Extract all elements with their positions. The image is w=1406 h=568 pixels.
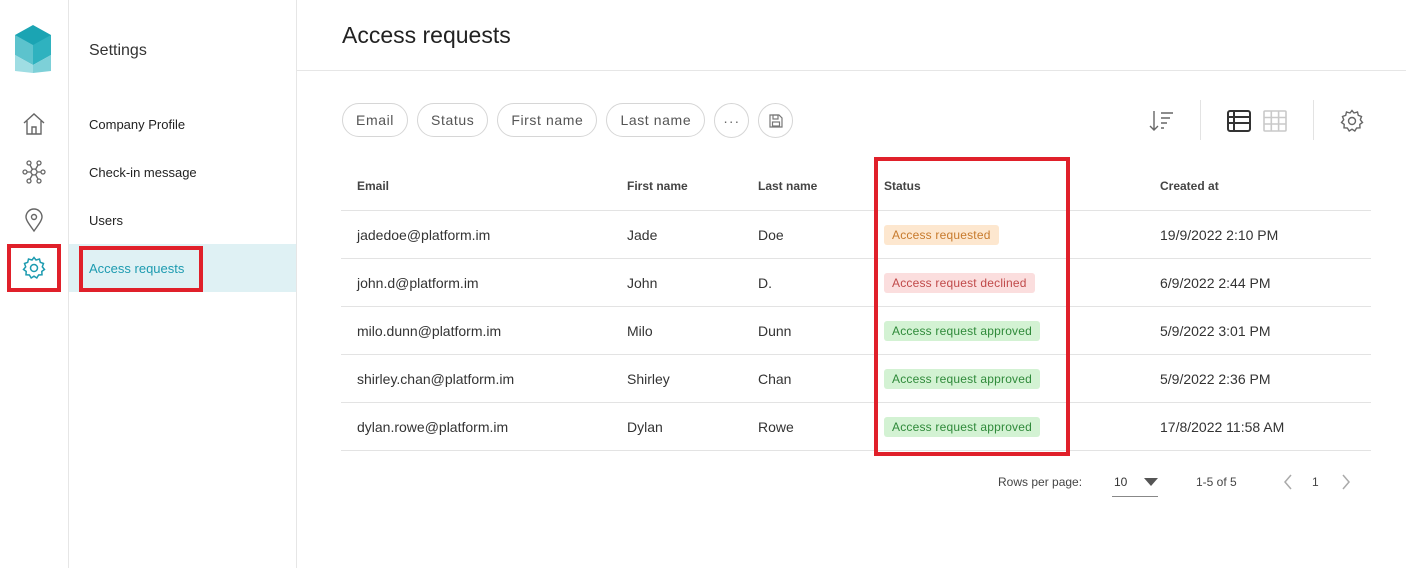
cell-last-name: Rowe bbox=[758, 418, 794, 435]
filter-chip-status[interactable]: Status bbox=[417, 103, 489, 137]
table-row[interactable]: jadedoe@platform.im Jade Doe Access requ… bbox=[341, 211, 1371, 259]
chevron-left-icon bbox=[1284, 474, 1292, 490]
save-icon bbox=[769, 113, 783, 128]
filter-chip-email[interactable]: Email bbox=[342, 103, 409, 137]
column-header-status[interactable]: Status bbox=[884, 162, 921, 210]
settings-panel: Settings Company Profile Check-in messag… bbox=[69, 0, 297, 568]
cell-email: milo.dunn@platform.im bbox=[357, 322, 502, 339]
cell-status: Access request approved bbox=[884, 307, 1041, 354]
cell-status: Access request declined bbox=[884, 259, 1035, 306]
cell-last-name: Chan bbox=[758, 370, 792, 387]
cell-status: Access request approved bbox=[884, 355, 1041, 402]
list-view-button[interactable] bbox=[1224, 106, 1254, 136]
next-page-button[interactable] bbox=[1336, 470, 1356, 494]
sort-icon bbox=[1149, 111, 1173, 131]
toolbar-divider bbox=[1200, 100, 1201, 140]
save-view-button[interactable] bbox=[758, 103, 794, 138]
rail-settings[interactable] bbox=[16, 250, 52, 286]
status-badge: Access request declined bbox=[884, 272, 1035, 293]
cell-email: shirley.chan@platform.im bbox=[357, 370, 515, 387]
cell-status: Access request approved bbox=[884, 403, 1041, 450]
rows-per-page-value: 10 bbox=[1114, 474, 1128, 489]
column-header-email[interactable]: Email bbox=[357, 162, 389, 210]
status-badge: Access request approved bbox=[884, 416, 1041, 437]
icon-rail bbox=[0, 0, 69, 568]
cell-first-name: Dylan bbox=[627, 418, 663, 435]
rail-home[interactable] bbox=[16, 106, 52, 142]
table-header: Email First name Last name Status Create… bbox=[341, 162, 1371, 211]
current-page: 1 bbox=[1312, 475, 1319, 489]
rows-per-page-label: Rows per page: bbox=[998, 475, 1083, 489]
table-row[interactable]: dylan.rowe@platform.im Dylan Rowe Access… bbox=[341, 403, 1371, 451]
table-row[interactable]: shirley.chan@platform.im Shirley Chan Ac… bbox=[341, 355, 1371, 403]
access-requests-table: Email First name Last name Status Create… bbox=[341, 162, 1371, 451]
page-title: Access requests bbox=[342, 22, 511, 48]
pagination-range: 1-5 of 5 bbox=[1196, 475, 1237, 489]
cell-status: Access requested bbox=[884, 211, 999, 258]
caret-down-icon bbox=[1144, 477, 1158, 486]
filter-chips: Email Status First name Last name ··· bbox=[342, 103, 794, 138]
column-header-first-name[interactable]: First name bbox=[627, 162, 688, 210]
home-icon bbox=[23, 113, 45, 135]
grid-view-button[interactable] bbox=[1260, 106, 1290, 136]
cell-first-name: Milo bbox=[627, 322, 653, 339]
cell-last-name: Dunn bbox=[758, 322, 792, 339]
status-badge: Access requested bbox=[884, 224, 999, 245]
table-row[interactable]: john.d@platform.im John D. Access reques… bbox=[341, 259, 1371, 307]
cell-first-name: Jade bbox=[627, 226, 658, 243]
sort-button[interactable] bbox=[1146, 106, 1176, 136]
cell-last-name: Doe bbox=[758, 226, 784, 243]
location-pin-icon bbox=[25, 208, 43, 233]
cell-created-at: 5/9/2022 2:36 PM bbox=[1160, 370, 1271, 387]
column-header-last-name[interactable]: Last name bbox=[758, 162, 817, 210]
table-settings-button[interactable] bbox=[1337, 106, 1367, 136]
cell-email: john.d@platform.im bbox=[357, 274, 479, 291]
menu-item-check-in-message[interactable]: Check-in message bbox=[69, 148, 296, 196]
cell-created-at: 5/9/2022 3:01 PM bbox=[1160, 322, 1271, 339]
menu-item-company-profile[interactable]: Company Profile bbox=[69, 100, 296, 148]
cell-created-at: 6/9/2022 2:44 PM bbox=[1160, 274, 1271, 291]
grid-view-icon bbox=[1263, 110, 1287, 132]
settings-title: Settings bbox=[89, 42, 147, 59]
prev-page-button[interactable] bbox=[1278, 470, 1298, 494]
gear-icon bbox=[1340, 109, 1364, 132]
status-badge: Access request approved bbox=[884, 320, 1041, 341]
status-badge: Access request approved bbox=[884, 368, 1041, 389]
main-content: Access requests Email Status First name … bbox=[297, 0, 1406, 568]
gear-icon bbox=[22, 256, 46, 280]
cell-created-at: 17/8/2022 11:58 AM bbox=[1160, 418, 1285, 435]
chevron-right-icon bbox=[1342, 474, 1350, 490]
cell-created-at: 19/9/2022 2:10 PM bbox=[1160, 226, 1279, 243]
cell-email: dylan.rowe@platform.im bbox=[357, 418, 509, 435]
filter-chip-last-name[interactable]: Last name bbox=[606, 103, 706, 137]
more-icon: ··· bbox=[723, 112, 741, 129]
title-divider bbox=[297, 70, 1406, 71]
cell-email: jadedoe@platform.im bbox=[357, 226, 491, 243]
menu-item-access-requests[interactable]: Access requests bbox=[69, 244, 296, 292]
more-filters-button[interactable]: ··· bbox=[714, 103, 750, 138]
rows-per-page-select[interactable]: 10 bbox=[1112, 467, 1158, 497]
network-icon bbox=[22, 160, 46, 184]
table-view-icon bbox=[1227, 110, 1251, 132]
menu-item-users[interactable]: Users bbox=[69, 196, 296, 244]
app-logo bbox=[15, 25, 51, 73]
toolbar-divider bbox=[1313, 100, 1314, 140]
cell-first-name: Shirley bbox=[627, 370, 670, 387]
filter-chip-first-name[interactable]: First name bbox=[497, 103, 598, 137]
rail-location[interactable] bbox=[16, 202, 52, 238]
cell-first-name: John bbox=[627, 274, 658, 291]
table-row[interactable]: milo.dunn@platform.im Milo Dunn Access r… bbox=[341, 307, 1371, 355]
rail-network[interactable] bbox=[16, 154, 52, 190]
cell-last-name: D. bbox=[758, 274, 772, 291]
column-header-created-at[interactable]: Created at bbox=[1160, 162, 1219, 210]
